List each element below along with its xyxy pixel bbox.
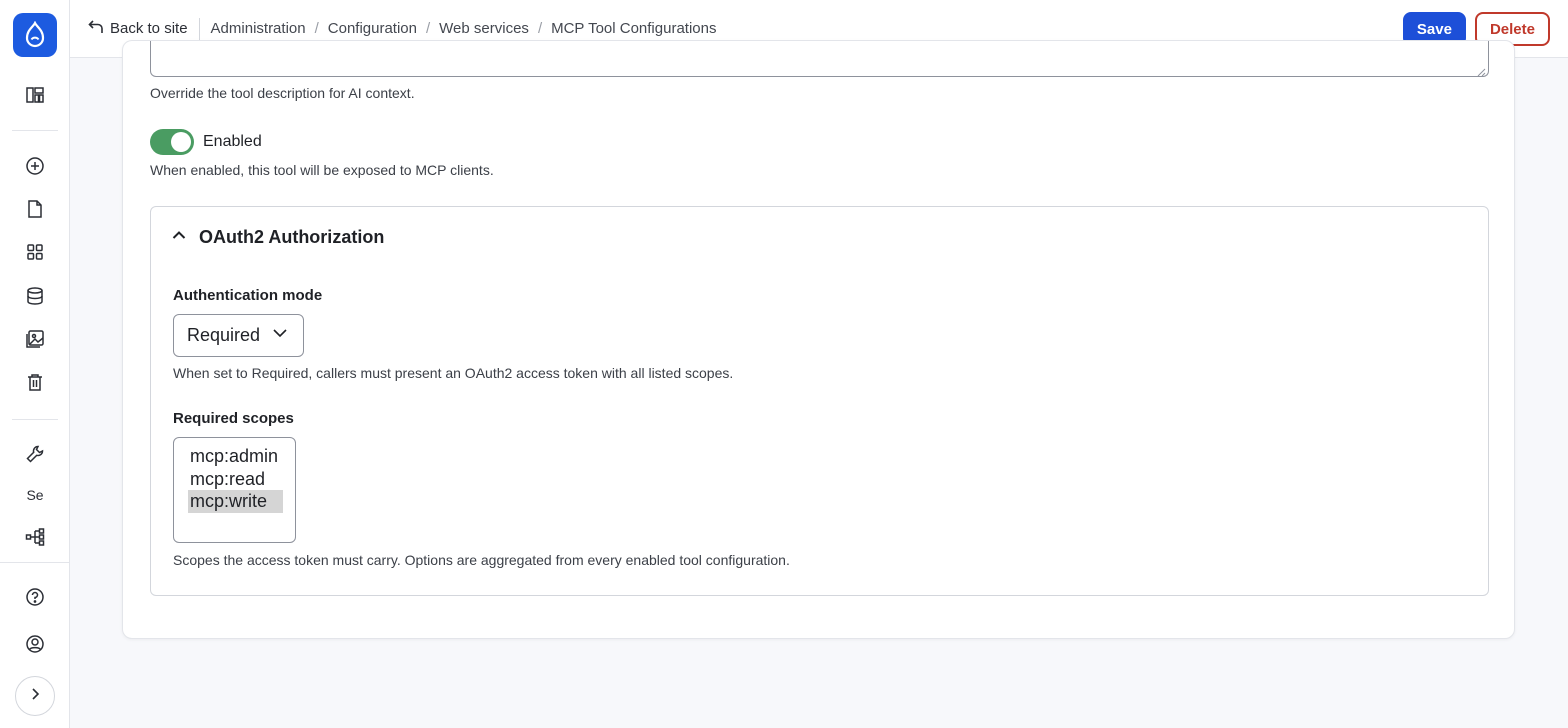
breadcrumb-administration[interactable]: Administration [211, 20, 306, 37]
content-icon[interactable] [22, 196, 48, 222]
auth-mode-select[interactable]: Required [173, 314, 304, 357]
sidebar-item-se[interactable]: Se [20, 487, 50, 503]
scopes-multiselect[interactable]: mcp:admin mcp:read mcp:write [173, 437, 296, 543]
resize-handle-icon[interactable] [1476, 64, 1486, 77]
user-icon[interactable] [22, 631, 48, 657]
scopes-label: Required scopes [173, 410, 294, 427]
drupal-logo-icon[interactable] [13, 13, 57, 57]
scopes-help-text: Scopes the access token must carry. Opti… [173, 552, 790, 568]
enabled-toggle-row: Enabled [150, 129, 262, 155]
toggle-knob [171, 132, 191, 152]
trash-icon[interactable] [22, 369, 48, 395]
add-content-icon[interactable] [22, 153, 48, 179]
scope-option-mcp-admin[interactable]: mcp:admin [188, 445, 295, 468]
breadcrumb-configuration[interactable]: Configuration [328, 20, 417, 37]
chevron-up-icon [171, 227, 187, 248]
sidebar-divider [12, 419, 58, 420]
dashboard-icon[interactable] [22, 82, 48, 108]
database-icon[interactable] [22, 283, 48, 309]
chevron-right-icon [28, 687, 42, 706]
scope-option-mcp-write[interactable]: mcp:write [188, 490, 283, 513]
enabled-label: Enabled [203, 133, 262, 150]
admin-sidebar: Se [0, 0, 70, 728]
description-help-text: Override the tool description for AI con… [150, 85, 415, 101]
enabled-toggle[interactable] [150, 129, 194, 155]
breadcrumb-separator: / [426, 20, 431, 37]
oauth2-title: OAuth2 Authorization [199, 227, 385, 247]
auth-mode-label: Authentication mode [173, 287, 323, 304]
description-textarea[interactable] [150, 41, 1489, 77]
back-to-site-label: Back to site [110, 20, 188, 37]
chevron-down-icon [272, 325, 288, 346]
form-card: Override the tool description for AI con… [122, 40, 1515, 639]
oauth2-summary[interactable]: OAuth2 Authorization [171, 227, 384, 248]
sidebar-divider [12, 130, 58, 131]
back-to-site-link[interactable]: Back to site [88, 17, 200, 40]
structure-icon[interactable] [22, 239, 48, 265]
back-arrow-icon [88, 19, 104, 39]
breadcrumb-current: MCP Tool Configurations [551, 20, 717, 37]
media-icon[interactable] [22, 326, 48, 352]
auth-mode-help-text: When set to Required, callers must prese… [173, 365, 734, 381]
enabled-help-text: When enabled, this tool will be exposed … [150, 162, 494, 178]
help-icon[interactable] [22, 584, 48, 610]
sidebar-divider [0, 562, 70, 563]
scope-option-mcp-read[interactable]: mcp:read [188, 468, 295, 491]
auth-mode-value: Required [187, 325, 261, 345]
wrench-icon[interactable] [22, 441, 48, 467]
expand-sidebar-button[interactable] [15, 676, 55, 716]
workflow-icon[interactable] [22, 524, 48, 550]
breadcrumb: Administration / Configuration / Web ser… [211, 20, 717, 37]
breadcrumb-web-services[interactable]: Web services [439, 20, 529, 37]
breadcrumb-separator: / [537, 20, 543, 37]
oauth2-details: OAuth2 Authorization Authentication mode… [150, 206, 1489, 596]
breadcrumb-separator: / [314, 20, 319, 37]
